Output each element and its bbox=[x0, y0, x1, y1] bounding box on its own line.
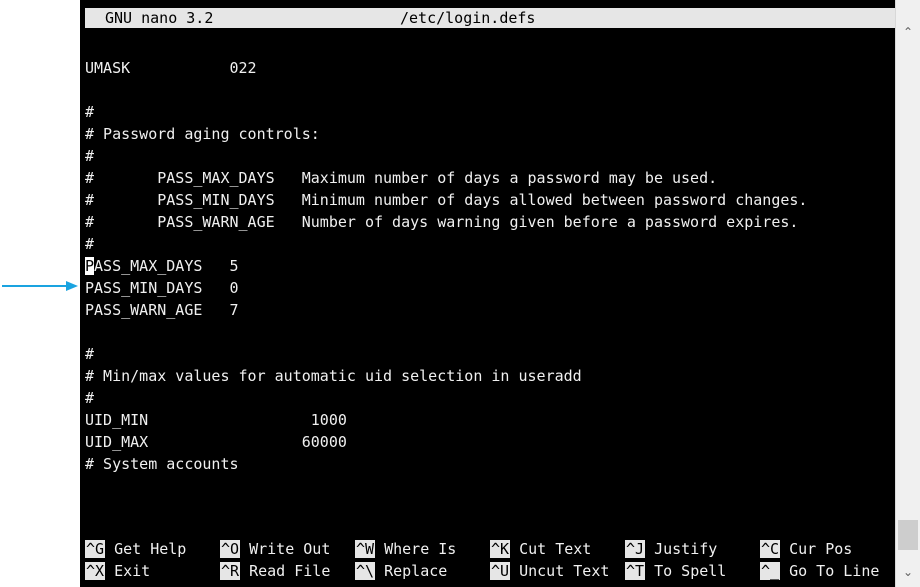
shortcut-uncut-text[interactable]: ^U Uncut Text bbox=[490, 560, 609, 582]
app-version: GNU nano 3.2 bbox=[105, 9, 214, 27]
text-line[interactable]: UMASK 022 bbox=[85, 57, 257, 79]
cursor-line[interactable]: PASS_MAX_DAYS 5 bbox=[85, 255, 239, 277]
text-line[interactable]: # PASS_WARN_AGE Number of days warning g… bbox=[85, 211, 798, 233]
text-line[interactable]: PASS_MIN_DAYS 0 bbox=[85, 277, 239, 299]
text-line[interactable]: # PASS_MIN_DAYS Minimum number of days a… bbox=[85, 189, 807, 211]
text-line[interactable]: PASS_WARN_AGE 7 bbox=[85, 299, 239, 321]
text-line[interactable]: # Min/max values for automatic uid selec… bbox=[85, 365, 582, 387]
shortcut-write-out[interactable]: ^O Write Out bbox=[220, 538, 330, 560]
shortcut-exit[interactable]: ^X Exit bbox=[85, 560, 150, 582]
text-line[interactable]: # bbox=[85, 101, 94, 123]
shortcut-where-is[interactable]: ^W Where Is bbox=[355, 538, 456, 560]
scrollbar-thumb[interactable] bbox=[898, 520, 918, 550]
shortcut-get-help[interactable]: ^G Get Help bbox=[85, 538, 186, 560]
vertical-scrollbar[interactable]: ⌃ ⌄ bbox=[895, 0, 920, 587]
text-line[interactable]: UID_MIN 1000 bbox=[85, 409, 347, 431]
text-line[interactable]: # System accounts bbox=[85, 453, 239, 475]
text-line[interactable]: UID_MAX 60000 bbox=[85, 431, 347, 453]
text-line[interactable]: # bbox=[85, 343, 94, 365]
shortcut-go-to-line[interactable]: ^_ Go To Line bbox=[760, 560, 879, 582]
shortcut-justify[interactable]: ^J Justify bbox=[625, 538, 717, 560]
text-line[interactable]: # bbox=[85, 233, 94, 255]
shortcut-cur-pos[interactable]: ^C Cur Pos bbox=[760, 538, 852, 560]
shortcut-read-file[interactable]: ^R Read File bbox=[220, 560, 330, 582]
text-line[interactable]: # PASS_MAX_DAYS Maximum number of days a… bbox=[85, 167, 717, 189]
chevron-down-icon[interactable]: ⌄ bbox=[902, 566, 914, 578]
nano-terminal[interactable]: GNU nano 3.2 /etc/login.defs UMASK 022 #… bbox=[80, 0, 895, 587]
text-line[interactable]: # bbox=[85, 387, 94, 409]
title-bar: GNU nano 3.2 /etc/login.defs bbox=[85, 8, 895, 28]
shortcut-to-spell[interactable]: ^T To Spell bbox=[625, 560, 726, 582]
text-line[interactable]: # Password aging controls: bbox=[85, 123, 320, 145]
right-arrow-icon bbox=[2, 281, 78, 291]
text-line[interactable]: # bbox=[85, 145, 94, 167]
text-cursor: P bbox=[85, 257, 95, 275]
cursor-line-rest: ASS_MAX_DAYS 5 bbox=[94, 257, 239, 275]
shortcut-replace[interactable]: ^\ Replace bbox=[355, 560, 447, 582]
chevron-up-icon[interactable]: ⌃ bbox=[902, 26, 914, 38]
file-path: /etc/login.defs bbox=[400, 9, 536, 27]
shortcut-cut-text[interactable]: ^K Cut Text bbox=[490, 538, 591, 560]
left-margin bbox=[0, 0, 80, 587]
